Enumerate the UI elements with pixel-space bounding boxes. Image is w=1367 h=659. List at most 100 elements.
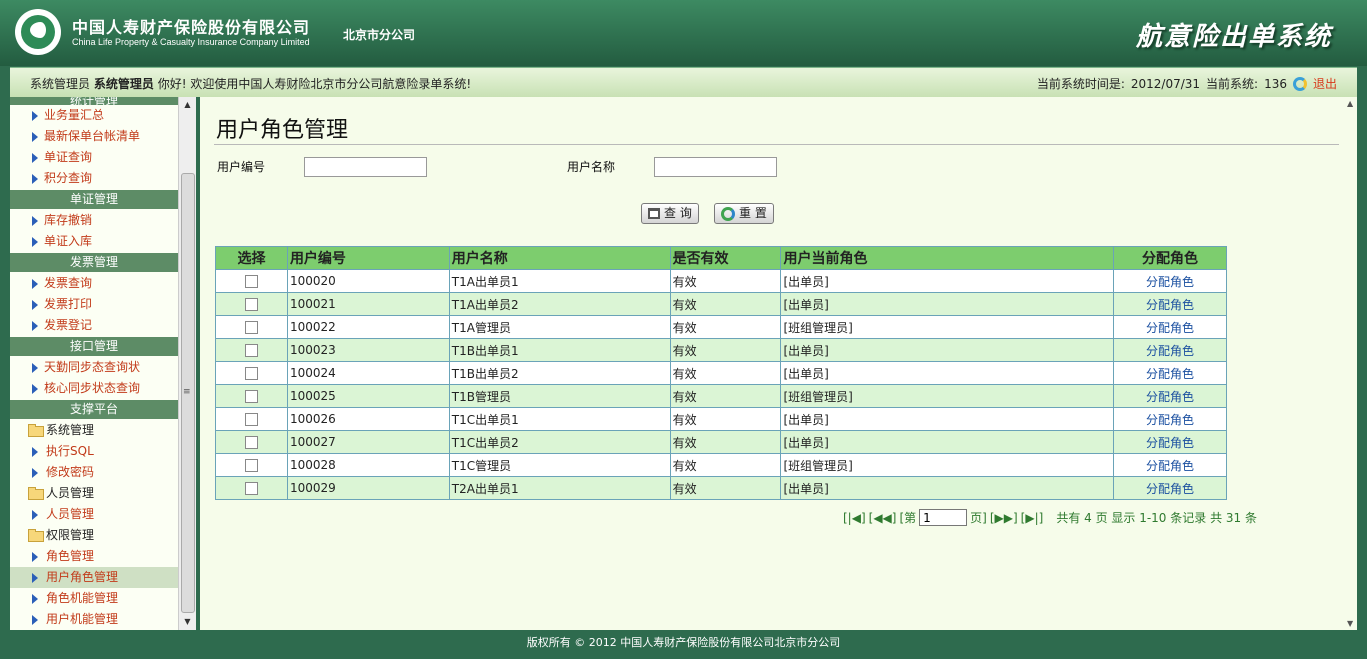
checkbox[interactable] [244,275,258,288]
row-checkbox[interactable] [215,361,288,385]
cell-current-role: [班组管理员] [780,453,1115,477]
cell-user-name: T1B出单员2 [448,361,671,385]
arrow-right-icon [32,510,38,520]
row-checkbox[interactable] [215,407,288,431]
row-checkbox[interactable] [215,338,288,362]
arrow-right-icon [32,216,38,226]
greeting-text: 你好! [157,77,187,91]
menu-group-interface[interactable]: 接口管理 [10,337,178,356]
row-checkbox[interactable] [215,430,288,454]
cell-user-id: 100023 [286,338,450,362]
arrow-right-icon [32,237,38,247]
folder-system-admin[interactable]: 系统管理 [10,420,178,441]
row-checkbox[interactable] [215,315,288,339]
scroll-up-icon[interactable]: ▲ [179,97,196,113]
system-info: 当前系统时间是: 2012/07/31 当前系统: 136 退出 [1037,75,1337,92]
assign-role-link[interactable]: 分配角色 [1113,315,1227,339]
arrow-right-icon [32,279,38,289]
branch-name: 北京市分公司 [343,28,416,42]
sidebar-item-execute-sql[interactable]: 执行SQL [10,441,178,462]
sidebar-item-points-query[interactable]: 积分查询 [10,168,178,189]
arrow-right-icon [32,132,38,142]
assign-role-link[interactable]: 分配角色 [1113,430,1227,454]
logout-link[interactable]: 退出 [1313,75,1337,92]
assign-role-link[interactable]: 分配角色 [1113,292,1227,316]
checkbox[interactable] [244,413,258,426]
checkbox[interactable] [244,482,258,495]
sidebar-item-user-role-admin[interactable]: 用户角色管理 [10,567,178,588]
sidebar-item-tianqin-sync[interactable]: 天勤同步态查询状 [10,357,178,378]
cell-user-id: 100029 [286,476,450,500]
cell-user-id: 100024 [286,361,450,385]
reset-button[interactable]: 重 置 [714,203,774,224]
row-checkbox[interactable] [215,453,288,477]
sidebar-scrollbar[interactable]: ▲ ≡ ▼ [178,97,196,630]
user-name-label: 用户名称 [567,160,616,174]
checkbox[interactable] [244,390,258,403]
checkbox[interactable] [244,321,258,334]
row-checkbox[interactable] [215,292,288,316]
sidebar-item-role-function-admin[interactable]: 角色机能管理 [10,588,178,609]
sidebar-item-invoice-query[interactable]: 发票查询 [10,273,178,294]
user-id-input[interactable] [304,157,427,177]
arrow-right-icon [32,300,38,310]
first-page-button[interactable]: [|◀] [843,511,866,525]
row-checkbox[interactable] [215,476,288,500]
sidebar-item-user-function-admin[interactable]: 用户机能管理 [10,609,178,630]
sidebar-item-invoice-print[interactable]: 发票打印 [10,294,178,315]
table-row: 100025 T1B管理员 有效 [班组管理员] 分配角色 [215,384,1227,408]
prev-page-button[interactable]: [◀◀] [869,511,897,525]
sidebar-item-policy-ledger[interactable]: 最新保单台帐清单 [10,126,178,147]
sidebar-item-role-admin[interactable]: 角色管理 [10,546,178,567]
query-button[interactable]: 查 询 [641,203,699,224]
assign-role-link[interactable]: 分配角色 [1113,476,1227,500]
checkbox[interactable] [244,459,258,472]
scroll-up-icon[interactable]: ▲ [1347,99,1353,108]
checkbox[interactable] [244,436,258,449]
cell-current-role: [出单员] [780,361,1115,385]
cell-user-name: T1C出单员1 [448,407,671,431]
scroll-down-icon[interactable]: ▼ [1347,619,1353,628]
refresh-icon[interactable] [1292,76,1307,91]
company-name-cn: 中国人寿财产保险股份有限公司 [72,18,311,37]
page-number-input[interactable]: 1 [919,509,968,526]
cell-user-id: 100026 [286,407,450,431]
sidebar-item-invoice-register[interactable]: 发票登记 [10,315,178,336]
sidebar-item-core-sync[interactable]: 核心同步状态查询 [10,378,178,399]
assign-role-link[interactable]: 分配角色 [1113,269,1227,293]
reset-button-label: 重 置 [739,206,767,220]
menu-group-stats[interactable]: 统计管理 [10,97,178,105]
checkbox[interactable] [244,367,258,380]
sidebar-item-stock-revoke[interactable]: 库存撤销 [10,210,178,231]
assign-role-link[interactable]: 分配角色 [1113,407,1227,431]
table-row: 100028 T1C管理员 有效 [班组管理员] 分配角色 [215,453,1227,477]
row-checkbox[interactable] [215,384,288,408]
header-valid: 是否有效 [669,246,782,270]
next-page-button[interactable]: [▶▶] [990,511,1018,525]
assign-role-link[interactable]: 分配角色 [1113,338,1227,362]
assign-role-link[interactable]: 分配角色 [1113,361,1227,385]
sidebar-item-people-admin[interactable]: 人员管理 [10,504,178,525]
assign-role-link[interactable]: 分配角色 [1113,453,1227,477]
menu-group-certificate[interactable]: 单证管理 [10,190,178,209]
last-page-button[interactable]: [▶|] [1021,511,1044,525]
checkbox[interactable] [244,344,258,357]
folder-people-admin[interactable]: 人员管理 [10,483,178,504]
menu-group-invoice[interactable]: 发票管理 [10,253,178,272]
cell-current-role: [出单员] [780,430,1115,454]
scroll-down-icon[interactable]: ▼ [179,614,196,630]
checkbox[interactable] [244,298,258,311]
sidebar-item-change-password[interactable]: 修改密码 [10,462,178,483]
folder-permission-admin[interactable]: 权限管理 [10,525,178,546]
row-checkbox[interactable] [215,269,288,293]
cell-current-role: [班组管理员] [780,384,1115,408]
menu-group-support[interactable]: 支撑平台 [10,400,178,419]
welcome-text: 欢迎使用中国人寿财险北京市分公司航意险录单系统! [190,77,472,91]
sidebar-item-business-summary[interactable]: 业务量汇总 [10,105,178,126]
arrow-right-icon [32,174,38,184]
sidebar-item-certificate-inbound[interactable]: 单证入库 [10,231,178,252]
user-name-input[interactable] [654,157,777,177]
main-scrollbar[interactable]: ▲ ▼ [1347,97,1357,630]
assign-role-link[interactable]: 分配角色 [1113,384,1227,408]
sidebar-item-certificate-query[interactable]: 单证查询 [10,147,178,168]
